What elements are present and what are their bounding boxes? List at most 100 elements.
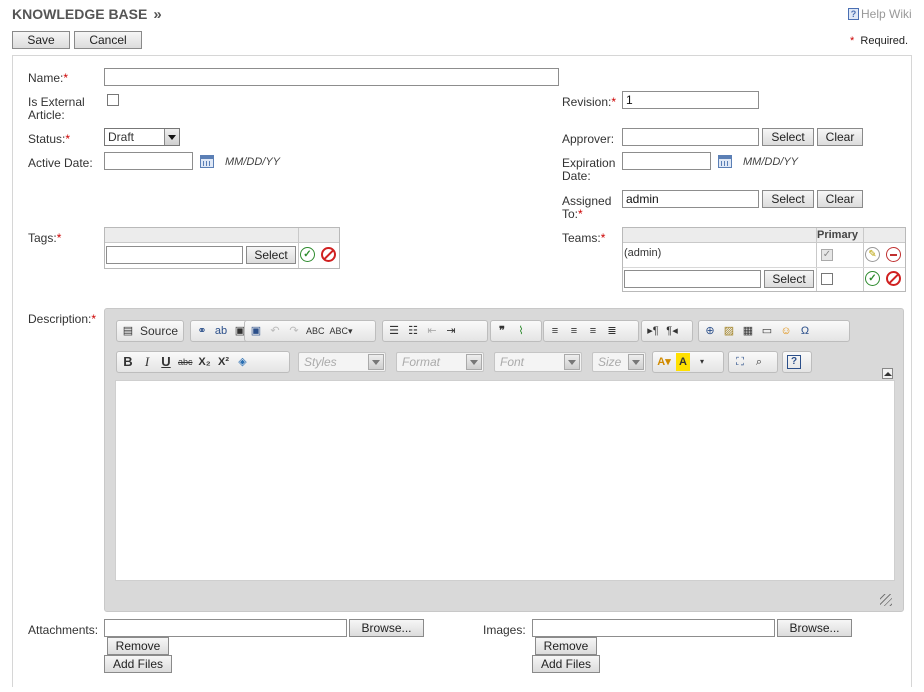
expiration-date-input[interactable]: [622, 152, 711, 170]
table-icon[interactable]: ▦: [741, 322, 755, 340]
is-external-checkbox[interactable]: [107, 94, 119, 106]
attachments-remove-button[interactable]: Remove: [107, 637, 169, 655]
select-all-icon[interactable]: ▣: [249, 322, 263, 340]
name-input[interactable]: [104, 68, 559, 86]
save-button[interactable]: Save: [12, 31, 70, 49]
link-icon[interactable]: ⊕: [703, 322, 717, 340]
images-add-files-button[interactable]: Add Files: [532, 655, 600, 673]
status-value: Draft: [108, 130, 135, 144]
calendar-icon[interactable]: [200, 155, 214, 168]
attachments-file-input[interactable]: [104, 619, 347, 637]
document-icon: ▤: [122, 325, 134, 337]
tags-select-button[interactable]: Select: [246, 246, 296, 264]
images-browse-button[interactable]: Browse...: [777, 619, 852, 637]
list-group: ☰ ☷ ⇤ ⇥: [382, 320, 488, 342]
align-right-icon[interactable]: ≡: [586, 322, 600, 340]
teams-select-button[interactable]: Select: [764, 270, 814, 288]
superscript-button[interactable]: X²: [217, 353, 231, 371]
underline-button[interactable]: U: [159, 353, 173, 371]
approver-select-button[interactable]: Select: [762, 128, 814, 146]
teams-label: Teams:*: [562, 231, 606, 245]
chevron-icon: »: [153, 6, 162, 23]
font-combo[interactable]: Font: [494, 352, 582, 372]
bold-button[interactable]: B: [121, 353, 135, 371]
preview-icon[interactable]: ⌕: [752, 353, 766, 371]
spellcheck-icon[interactable]: ABC: [306, 322, 325, 340]
image-icon[interactable]: ▨: [722, 322, 736, 340]
div-icon[interactable]: ⌇: [514, 322, 528, 340]
align-justify-icon[interactable]: ≣: [605, 322, 619, 340]
strike-button[interactable]: abc: [178, 353, 193, 371]
help-group: ?: [782, 351, 812, 373]
cancel-icon[interactable]: [886, 271, 901, 286]
blockquote-icon[interactable]: ❞: [495, 322, 509, 340]
horizontal-rule-icon[interactable]: ▭: [760, 322, 774, 340]
check-icon[interactable]: ✓: [300, 247, 315, 262]
required-note: * Required.: [850, 35, 908, 47]
chevron-down-icon: [628, 354, 644, 370]
insert-group: ⊕ ▨ ▦ ▭ ☺ Ω: [698, 320, 850, 342]
bg-color-icon[interactable]: A: [676, 353, 690, 371]
help-icon: ?: [848, 8, 859, 20]
tags-label: Tags:*: [28, 231, 62, 245]
approver-clear-button[interactable]: Clear: [817, 128, 863, 146]
primary-checkbox[interactable]: ✓: [821, 249, 833, 261]
italic-button[interactable]: I: [140, 353, 154, 371]
smiley-icon[interactable]: ☺: [779, 322, 793, 340]
required-star: *: [850, 35, 855, 47]
styles-combo[interactable]: Styles: [298, 352, 386, 372]
undo-icon[interactable]: ↶: [268, 322, 282, 340]
collapse-toolbar-icon[interactable]: [882, 368, 893, 379]
active-date-input[interactable]: [104, 152, 193, 170]
text-color-icon[interactable]: A▾: [657, 353, 671, 371]
redo-icon[interactable]: ↷: [287, 322, 301, 340]
calendar-icon[interactable]: [718, 155, 732, 168]
expiration-date-format: MM/DD/YY: [743, 156, 798, 168]
spellcheck-menu-icon[interactable]: ABC▾: [330, 322, 353, 340]
source-label: Source: [140, 324, 179, 338]
source-button[interactable]: ▤ Source: [116, 320, 184, 342]
editor-content-area[interactable]: [115, 380, 895, 581]
revision-input[interactable]: [622, 91, 759, 109]
images-remove-button[interactable]: Remove: [535, 637, 597, 655]
teams-input[interactable]: [624, 270, 761, 288]
bulleted-list-icon[interactable]: ☷: [406, 322, 420, 340]
align-center-icon[interactable]: ≡: [567, 322, 581, 340]
indent-icon[interactable]: ⇥: [444, 322, 458, 340]
approver-input[interactable]: [622, 128, 759, 146]
quote-group: ❞ ⌇: [490, 320, 542, 342]
maximize-icon[interactable]: ⛶: [733, 353, 747, 371]
resize-handle-icon[interactable]: [880, 594, 892, 606]
remove-icon[interactable]: [886, 247, 901, 262]
assigned-select-button[interactable]: Select: [762, 190, 814, 208]
assigned-to-input[interactable]: [622, 190, 759, 208]
align-group: ≡ ≡ ≡ ≣: [543, 320, 639, 342]
cancel-button[interactable]: Cancel: [74, 31, 142, 49]
numbered-list-icon[interactable]: ☰: [387, 322, 401, 340]
rtl-icon[interactable]: ¶◂: [665, 322, 679, 340]
outdent-icon[interactable]: ⇤: [425, 322, 439, 340]
cancel-icon[interactable]: [321, 247, 336, 262]
assigned-clear-button[interactable]: Clear: [817, 190, 863, 208]
attachments-browse-button[interactable]: Browse...: [349, 619, 424, 637]
primary-header: Primary: [817, 229, 858, 241]
images-file-input[interactable]: [532, 619, 775, 637]
replace-icon[interactable]: ab: [214, 322, 228, 340]
edit-icon[interactable]: ✎: [865, 247, 880, 262]
status-select[interactable]: Draft: [104, 128, 180, 146]
new-primary-checkbox[interactable]: [821, 273, 833, 285]
tags-input[interactable]: [106, 246, 243, 264]
ltr-icon[interactable]: ▸¶: [646, 322, 660, 340]
special-char-icon[interactable]: Ω: [798, 322, 812, 340]
size-combo[interactable]: Size: [592, 352, 646, 372]
subscript-button[interactable]: X₂: [198, 353, 212, 371]
find-icon[interactable]: ⚭: [195, 322, 209, 340]
help-wiki-link[interactable]: ? Help Wiki: [848, 7, 912, 21]
check-icon[interactable]: ✓: [865, 271, 880, 286]
attachments-add-files-button[interactable]: Add Files: [104, 655, 172, 673]
eraser-icon[interactable]: ◈: [236, 353, 250, 371]
chevron-down-icon: [564, 354, 580, 370]
align-left-icon[interactable]: ≡: [548, 322, 562, 340]
format-combo[interactable]: Format: [396, 352, 484, 372]
help-icon[interactable]: ?: [787, 355, 801, 369]
